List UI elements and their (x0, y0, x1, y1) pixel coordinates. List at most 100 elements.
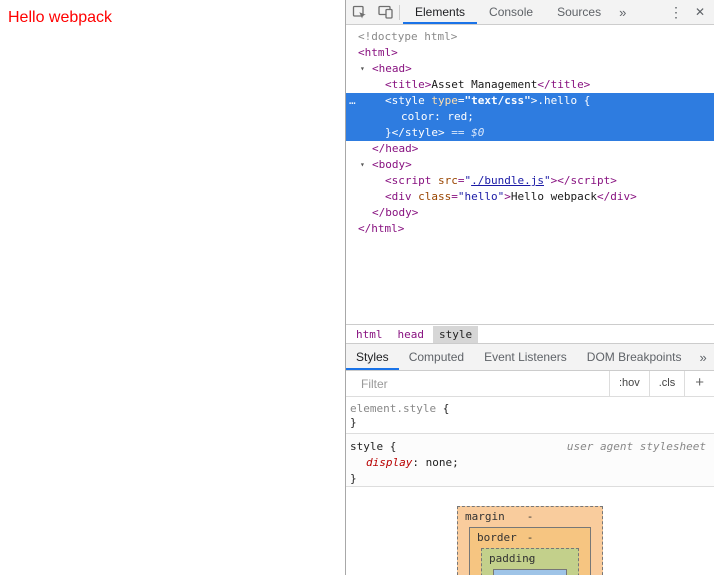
toggle-cls-button[interactable]: .cls (648, 371, 685, 396)
box-model-content[interactable] (493, 569, 567, 575)
code-token: } (350, 416, 357, 429)
box-model-border-label: border (477, 531, 517, 544)
dom-tree-row[interactable]: … <style type="text/css">.hello { (346, 93, 714, 109)
code-token: ></script> (550, 174, 617, 187)
sidebar-tab-styles[interactable]: Styles (346, 344, 399, 370)
style-rule-line: display: none; (350, 455, 714, 471)
box-model-padding[interactable]: padding - (481, 548, 579, 575)
code-token: ; (452, 456, 459, 469)
breadcrumb-item-html[interactable]: html (350, 326, 389, 343)
sidebar-tabs: Styles Computed Event Listeners DOM Breakpo… (346, 344, 691, 370)
dom-tree-row[interactable]: <html> (346, 45, 714, 61)
code-token: style (350, 440, 384, 453)
style-rule-line: element.style { (350, 402, 714, 416)
box-model-padding-top-value[interactable]: - (527, 549, 534, 569)
dom-tree-row[interactable]: color: red; (346, 109, 714, 125)
code-token: </html> (358, 222, 405, 235)
sidebar-tab-event-listeners[interactable]: Event Listeners (474, 344, 577, 370)
dom-tree-row[interactable]: </html> (346, 221, 714, 237)
code-token: { (383, 440, 397, 453)
toolbar-right-group: ⋮ ✕ (661, 4, 714, 21)
code-token: Asset Management (431, 78, 538, 91)
more-tabs-button[interactable]: » (619, 5, 626, 20)
sidebar-more-tabs-button[interactable]: » (691, 350, 714, 365)
dom-tree-row[interactable]: <!doctype html> (346, 29, 714, 45)
box-model-border-top-value[interactable]: - (527, 528, 534, 548)
code-token: <style (385, 94, 432, 107)
hidden-dots-icon: … (349, 94, 356, 107)
code-token: <!doctype html> (358, 30, 458, 43)
code-token: </head> (372, 142, 419, 155)
code-token: element.style (350, 402, 437, 415)
filter-actions: :hov .cls + (608, 371, 714, 396)
code-token: .hello { (537, 94, 591, 107)
box-model-margin-top-value[interactable]: - (527, 507, 534, 527)
code-token: <html> (358, 46, 398, 59)
dom-tree-row[interactable]: ▾ <head> (346, 61, 714, 77)
resource-link[interactable]: ./bundle.js (471, 174, 544, 187)
dom-tree-row[interactable]: ▾ <body> (346, 157, 714, 173)
code-token: type (431, 94, 458, 107)
code-token: " (543, 174, 551, 187)
code-token: = (451, 190, 458, 203)
tab-console[interactable]: Console (477, 0, 545, 24)
code-token: <head> (372, 62, 412, 75)
code-token: display (366, 456, 413, 469)
close-devtools-icon[interactable]: ✕ (691, 5, 714, 19)
sidebar-tabs-bar: Styles Computed Event Listeners DOM Breakpo… (346, 344, 714, 371)
tab-sources[interactable]: Sources (545, 0, 613, 24)
code-token: } (385, 126, 392, 139)
code-token: <script (385, 174, 438, 187)
code-token: </style> (391, 126, 445, 139)
sidebar-tab-dom-breakpoints[interactable]: DOM Breakpoints (577, 344, 692, 370)
element-style-section[interactable]: element.style {} (346, 397, 714, 434)
devtools-toolbar: Elements Console Sources » ⋮ ✕ (346, 0, 714, 25)
code-token: > (504, 190, 511, 203)
box-model-padding-row: padding - (482, 549, 578, 569)
breadcrumb: html head style (346, 324, 714, 344)
styles-filter-input[interactable] (346, 371, 609, 396)
code-token: Hello webpack (510, 190, 597, 203)
style-rule-line: } (350, 416, 714, 430)
breadcrumb-item-style[interactable]: style (433, 325, 479, 343)
tab-elements[interactable]: Elements (403, 0, 477, 24)
new-style-rule-button[interactable]: + (684, 371, 714, 396)
dom-tree-row[interactable]: </body> (346, 205, 714, 221)
code-token: } (350, 472, 357, 485)
expand-arrow-icon[interactable]: ▾ (360, 61, 365, 77)
more-options-icon[interactable]: ⋮ (661, 4, 691, 21)
hello-webpack-text: Hello webpack (8, 9, 113, 26)
code-token: class (418, 190, 452, 203)
device-toolbar-button[interactable] (372, 0, 398, 24)
code-token: == $0 (444, 126, 485, 139)
dom-tree-row[interactable]: <script src="./bundle.js"></script> (346, 173, 714, 189)
box-model-border-row: border - (470, 528, 590, 548)
user-agent-style-section: user agent stylesheet style {display: no… (346, 434, 714, 487)
dom-tree-row[interactable]: <div class="hello">Hello webpack</div> (346, 189, 714, 205)
devtools-panel: Elements Console Sources » ⋮ ✕ <!doctype h… (345, 0, 714, 575)
code-token: "hello" (457, 190, 505, 203)
style-rule-line: } (350, 471, 714, 487)
breadcrumb-item-head[interactable]: head (392, 326, 431, 343)
code-token: </div> (596, 190, 637, 203)
toggle-hov-button[interactable]: :hov (608, 371, 649, 396)
inspect-cursor-icon (352, 5, 366, 18)
code-token: src (437, 174, 458, 187)
expand-arrow-icon[interactable]: ▾ (360, 157, 365, 173)
code-token: <body> (372, 158, 412, 171)
box-model-border[interactable]: border - padding - (469, 527, 591, 575)
box-model-margin-label: margin (465, 510, 505, 523)
styles-filter-bar: :hov.cls+ (346, 371, 714, 397)
sidebar-tab-computed[interactable]: Computed (399, 344, 474, 370)
box-model-margin[interactable]: margin - border - padding - (457, 506, 603, 575)
dom-tree-row[interactable]: </head> (346, 141, 714, 157)
box-model-margin-row: margin - (458, 507, 602, 527)
dom-tree-row[interactable]: }</style> == $0 (346, 125, 714, 141)
code-token: : (412, 456, 426, 469)
toolbar-separator (399, 4, 400, 20)
inspect-element-button[interactable] (346, 0, 372, 24)
dom-tree-row[interactable]: <title>Asset Management</title> (346, 77, 714, 93)
code-token: "text/css" (464, 94, 531, 107)
dom-tree: <!doctype html> <html> ▾ <head> <title>Asset… (346, 25, 714, 324)
metrics-pane: margin - border - padding - (346, 487, 714, 575)
